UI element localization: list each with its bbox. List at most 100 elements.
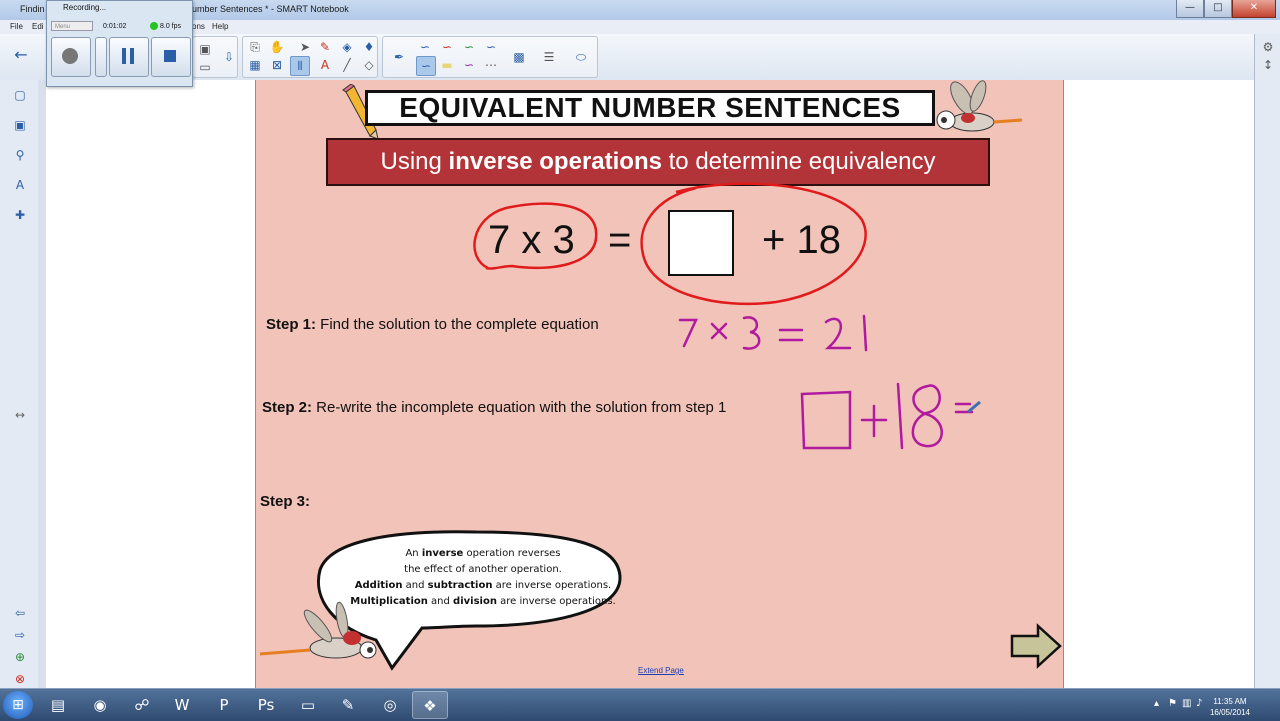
magic-pen-icon[interactable]: ✎ (316, 38, 334, 56)
gallery-icon[interactable]: ▣ (11, 116, 29, 134)
record-icon (62, 48, 78, 64)
explorer-icon[interactable]: ▤ (40, 691, 76, 719)
pen-icon[interactable]: ✒ (390, 48, 408, 66)
screen-shade-icon[interactable]: ▣ (196, 40, 214, 58)
pen-style-dashed-icon[interactable]: ⋯ (482, 56, 500, 74)
close-button[interactable]: ✕ (1232, 0, 1276, 18)
addons-icon[interactable]: ✚ (11, 206, 29, 224)
bubble-l3-post: are inverse operations. (492, 580, 612, 591)
menu-file[interactable]: File (10, 22, 23, 31)
resize-handle-icon[interactable]: ↔ (11, 406, 29, 424)
color-palette-icon[interactable]: ▩ (510, 48, 528, 66)
pointer-icon[interactable]: ➤ (296, 38, 314, 56)
bubble-l3-bold2: subtraction (427, 580, 493, 591)
page-title: EQUIVALENT NUMBER SENTENCES (365, 90, 935, 126)
previous-page-icon[interactable]: ⇦ (11, 604, 29, 622)
recorder-menu-dropdown[interactable]: Menu (51, 21, 93, 31)
back-arrow-icon[interactable]: ← (12, 46, 30, 64)
pen-style-blue-icon[interactable]: ∽ (416, 38, 434, 56)
display-icon[interactable]: ▭ (196, 58, 214, 76)
photoshop-icon[interactable]: Ps (248, 691, 284, 719)
tray-volume-icon[interactable]: ♪ (1196, 698, 1202, 709)
menu-edit[interactable]: Edi (32, 22, 44, 31)
journal-icon[interactable]: ✎ (330, 691, 366, 719)
page-sorter-icon[interactable]: ▢ (11, 86, 29, 104)
add-page-icon[interactable]: ⊕ (11, 648, 29, 666)
bubble-l1-pre: An (405, 548, 422, 559)
bubble-line-2: the effect of another operation. (404, 564, 562, 575)
ink-step2-answer (800, 382, 974, 450)
bubble-l1-post: operation reverses (463, 548, 561, 559)
eraser-block-icon[interactable]: ◇ (360, 56, 378, 74)
text-icon[interactable]: A (316, 56, 334, 74)
line-width-icon[interactable]: ☰ (540, 48, 558, 66)
step1-body: Find the solution to the complete equati… (316, 316, 599, 333)
measure-icon[interactable]: ⫴ (290, 56, 310, 76)
record-button[interactable] (51, 37, 91, 77)
bubble-l4-mid: and (427, 596, 454, 607)
line-icon[interactable]: ╱ (338, 56, 356, 74)
extend-page-link[interactable]: Extend Page (638, 666, 684, 675)
notebook-page[interactable]: EQUIVALENT NUMBER SENTENCES Using invers… (255, 80, 1064, 688)
menu-help[interactable]: Help (212, 22, 228, 31)
tray-network-icon[interactable]: ▥ (1182, 698, 1191, 709)
pen-style-teal-icon[interactable]: ∽ (482, 38, 500, 56)
next-page-icon[interactable]: ⇨ (11, 626, 29, 644)
settings-gear-icon[interactable]: ⚙ (1259, 38, 1277, 56)
capture-icon[interactable]: ⎘ (246, 38, 264, 56)
minimize-button[interactable]: — (1176, 0, 1204, 18)
notepad-icon[interactable]: ▭ (290, 691, 326, 719)
hand-icon[interactable]: ✋ (268, 38, 286, 56)
equation-plus-18: + 18 (762, 218, 841, 262)
left-sidebar: ▢ ▣ ⚲ A ✚ ↔ ⇦ ⇨ ⊕ ⊗ (0, 80, 39, 688)
tray-flag-icon[interactable]: ⚑ (1168, 698, 1177, 709)
highlighter-icon[interactable]: ▬ (438, 56, 456, 74)
powerpoint-icon[interactable]: P (206, 691, 242, 719)
table-icon[interactable]: ▦ (246, 56, 264, 74)
pen-cursor-icon (967, 400, 981, 414)
taskbar-clock[interactable]: 11:35 AM 16/05/2014 (1210, 696, 1250, 718)
clock-date: 16/05/2014 (1209, 708, 1250, 717)
pause-button[interactable] (109, 37, 149, 77)
pen-style-lightblue-icon[interactable]: ∽ (416, 56, 436, 76)
subtitle-bold: inverse operations (448, 148, 662, 175)
page-title-text: EQUIVALENT NUMBER SENTENCES (399, 92, 901, 123)
properties-icon[interactable]: ⬭ (572, 48, 590, 66)
bubble-line-1: An inverse operation reverses (334, 546, 632, 562)
record-options-button[interactable] (95, 37, 107, 77)
delete-icon[interactable]: ⊠ (268, 56, 286, 74)
maximize-button[interactable]: □ (1204, 0, 1232, 18)
bubble-l3-mid: and (402, 580, 428, 591)
bubble-line-3: Addition and subtraction are inverse ope… (334, 578, 632, 594)
pen-style-red-icon[interactable]: ∽ (438, 38, 456, 56)
move-toolbar-icon[interactable]: ↕ (1259, 56, 1277, 74)
equation-equals: = (608, 218, 632, 262)
stop-icon (164, 50, 176, 62)
eraser-icon[interactable]: ◈ (338, 38, 356, 56)
delete-page-icon[interactable]: ⊗ (11, 670, 29, 688)
pen-style-purple-icon[interactable]: ∽ (460, 56, 478, 74)
fill-icon[interactable]: ♦ (360, 38, 378, 56)
step3-text: Step 3: (260, 493, 310, 510)
chrome-icon[interactable]: ◎ (372, 691, 408, 719)
word-icon[interactable]: W (164, 691, 200, 719)
start-orb[interactable]: ⊞ (3, 691, 33, 719)
properties-tab-icon[interactable]: A (11, 176, 29, 194)
stop-button[interactable] (151, 37, 191, 77)
clock-time: 11:35 AM (1213, 697, 1247, 706)
equation-left: 7 x 3 (488, 218, 575, 262)
window-title: umber Sentences * - SMART Notebook (192, 4, 349, 14)
attachments-icon[interactable]: ⚲ (11, 146, 29, 164)
smart-notebook-icon[interactable]: ❖ (412, 691, 448, 719)
menu-options[interactable]: ons (192, 22, 205, 31)
media-icon[interactable]: ◉ (82, 691, 118, 719)
network-icon[interactable]: ☍ (124, 691, 160, 719)
insert-icon[interactable]: ⇩ (220, 48, 238, 66)
mosquito-top-icon (936, 80, 1023, 132)
answer-box[interactable] (668, 210, 734, 276)
tray-up-arrow-icon[interactable]: ▴ (1154, 698, 1159, 709)
pen-style-green-icon[interactable]: ∽ (460, 38, 478, 56)
right-sidebar: ⚙ ↕ (1254, 34, 1280, 688)
subtitle-pre: Using (380, 148, 449, 175)
sidebar-splitter[interactable] (38, 80, 46, 688)
